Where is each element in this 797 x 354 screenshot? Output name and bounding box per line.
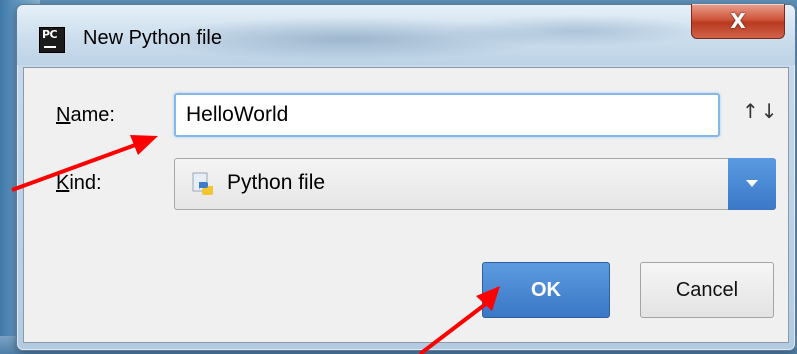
- cancel-button[interactable]: Cancel: [640, 262, 774, 318]
- name-input[interactable]: HelloWorld: [174, 93, 720, 137]
- dialog-content: Name: HelloWorld ↑↓ Kind: Python file OK…: [23, 67, 789, 343]
- name-label: Name:: [56, 104, 115, 126]
- app-icon-text: PC: [42, 28, 58, 41]
- dialog-title: New Python file: [83, 27, 222, 49]
- python-file-icon: [192, 172, 213, 195]
- new-python-file-dialog: PC New Python file X Name: HelloWorld ↑↓…: [16, 4, 796, 351]
- kind-select[interactable]: Python file: [174, 158, 776, 210]
- chevron-down-icon: [746, 180, 758, 187]
- pycharm-app-icon: PC: [39, 27, 65, 53]
- sort-arrows-icon[interactable]: ↑↓: [742, 99, 780, 123]
- kind-dropdown-button[interactable]: [728, 158, 776, 210]
- dialog-titlebar[interactable]: PC New Python file X: [17, 4, 795, 65]
- ok-button[interactable]: OK: [482, 262, 610, 318]
- kind-value: Python file: [227, 171, 326, 194]
- close-button[interactable]: X: [691, 4, 785, 39]
- kind-label: Kind:: [56, 172, 102, 194]
- close-icon: X: [730, 9, 746, 33]
